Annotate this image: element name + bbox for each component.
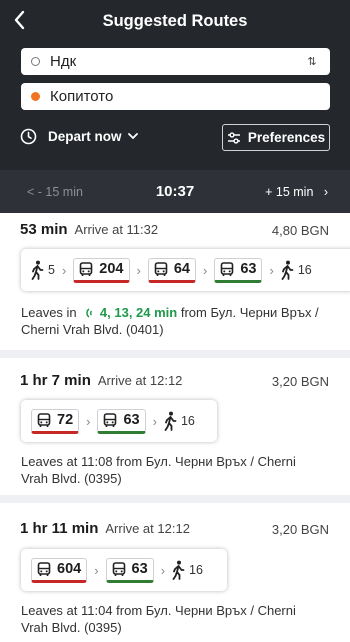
chevron-right-icon: › [86,413,91,429]
later-label: + 15 min [265,185,314,199]
bus-line-badge: 63 [214,257,263,283]
duration-text: 53 min [20,221,68,238]
bus-icon [112,561,125,576]
walk-leg: 5 [31,260,55,280]
bus-number: 72 [57,412,74,428]
departure-info: Leaves at 11:04 from Бул. Черни Връх / C… [21,603,296,635]
chevron-right-icon: › [94,562,99,578]
route-duration: 1 hr 11 min Arrive at 12:12 [20,520,190,537]
bus-icon [104,412,117,427]
leaves-prefix: Leaves in [21,305,77,320]
chevron-right-icon: › [269,262,274,278]
walk-minutes: 5 [48,263,55,277]
bus-number: 63 [131,561,148,577]
route-legs: 72 › 63 › 16 [21,400,217,442]
walk-minutes: 16 [297,263,312,277]
bus-icon [221,261,234,276]
bus-number: 63 [240,261,257,277]
chevron-right-icon: › [323,185,328,199]
later-button[interactable]: + 15 min › [265,185,328,199]
bus-number: 64 [173,261,190,277]
depart-selector[interactable]: Depart now [20,128,138,145]
chevron-right-icon: › [152,413,157,429]
chevron-down-icon [127,133,138,140]
live-signal-icon [86,308,93,318]
bus-icon [37,561,51,576]
bus-line-badge: 604 [31,557,88,583]
live-departures: 4, 13, 24 min [99,305,178,320]
chevron-right-icon: › [61,262,67,278]
duration-text: 1 hr 11 min [20,520,99,537]
walk-icon [172,560,185,580]
walk-leg: 16 [164,411,195,431]
walk-icon [164,411,177,431]
walk-leg: 16 [172,560,203,580]
page-title: Suggested Routes [102,12,248,30]
preferences-button[interactable]: Preferences [222,124,330,151]
swap-icon[interactable]: ⇅ [302,55,322,68]
route-duration: 1 hr 7 min Arrive at 12:12 [20,372,182,389]
departure-info: Leaves at 11:08 from Бул. Черни Връх / C… [21,454,296,486]
origin-value: Ндк [50,53,77,70]
origin-dot-icon [31,57,40,66]
walk-minutes: 16 [189,563,203,577]
route-legs: 604 › 63 › 16 [21,549,227,591]
bus-icon [154,261,168,276]
preferences-label: Preferences [247,130,326,145]
chevron-right-icon: › [136,262,141,278]
bus-number: 63 [123,412,140,428]
chevron-right-icon: › [202,262,208,278]
route-duration: 53 min Arrive at 11:32 [20,221,158,238]
destination-value: Копитото [50,88,114,105]
time-navigation-bar: < - 15 min 10:37 + 15 min › [0,170,350,213]
arrive-time: Arrive at 11:32 [74,222,159,237]
route-price: 4,80 BGN [271,223,329,238]
route-card[interactable]: 53 min Arrive at 11:32 4,80 BGN 5 › 204 ›… [0,213,350,350]
origin-field[interactable]: Ндк ⇅ [21,48,330,75]
route-price: 3,20 BGN [271,374,329,389]
bus-line-badge: 204 [73,257,130,283]
route-card[interactable]: 1 hr 7 min Arrive at 12:12 3,20 BGN 72 › … [0,358,350,495]
bus-line-badge: 63 [97,408,146,434]
bus-number: 204 [99,261,124,277]
header: Suggested Routes Ндк ⇅ Копитото Depart n… [0,0,350,213]
sliders-icon [227,131,240,144]
departure-info: Leaves in 4, 13, 24 min from Бул. Черни … [21,305,321,338]
bus-line-badge: 72 [31,408,80,434]
bus-line-badge: 64 [147,257,196,283]
walk-minutes: 16 [180,414,195,428]
walk-icon [281,260,294,280]
chevron-right-icon: › [160,562,166,578]
walk-icon [31,260,44,280]
depart-label: Depart now [48,129,122,144]
bus-icon [79,261,93,276]
destination-dot-icon [31,92,40,101]
clock-icon [20,128,37,145]
route-legs: 5 › 204 › 64 › 63 › 16 [21,249,350,291]
destination-field[interactable]: Копитото [21,83,330,110]
bus-line-badge: 63 [105,557,154,583]
route-card[interactable]: 1 hr 11 min Arrive at 12:12 3,20 BGN 604 … [0,503,350,642]
walk-leg: 16 [281,260,312,280]
route-price: 3,20 BGN [271,522,329,537]
arrive-time: Arrive at 12:12 [97,373,183,388]
bus-number: 604 [57,561,82,577]
bus-icon [37,412,51,427]
duration-text: 1 hr 7 min [20,372,91,389]
arrive-time: Arrive at 12:12 [105,521,190,536]
